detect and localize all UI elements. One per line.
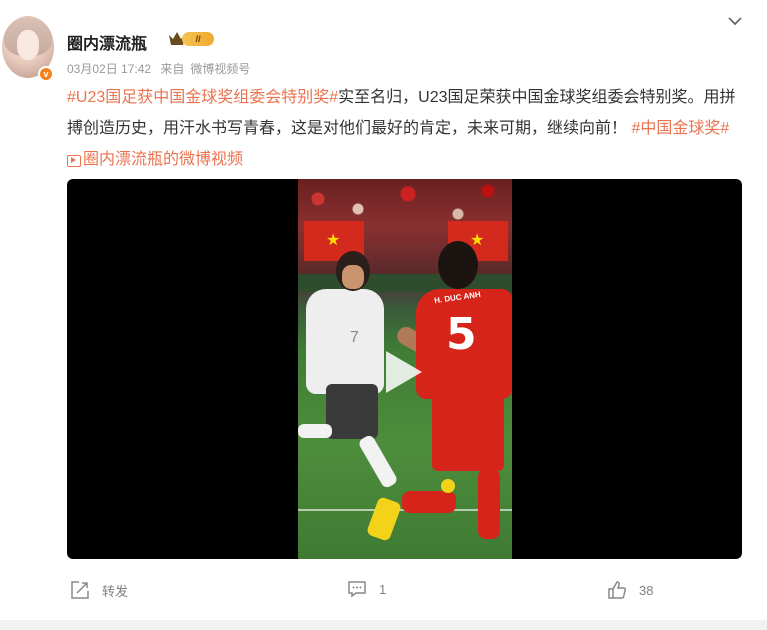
player-white-leg xyxy=(357,433,399,490)
player-white-face xyxy=(342,265,364,289)
post-text: #U23国足获中国金球奖组委会特别奖#实至名归，U23国足荣获中国金球奖组委会特… xyxy=(67,82,739,177)
verified-badge-icon: v xyxy=(38,66,54,82)
opponent-number: 7 xyxy=(350,329,359,346)
hashtag-link[interactable]: #中国金球奖# xyxy=(631,120,729,137)
post-meta: 03月02日 17:42 来自 微博视频号 xyxy=(67,60,256,77)
like-count: 38 xyxy=(639,582,654,598)
video-icon xyxy=(67,154,81,167)
comment-button[interactable]: 1 xyxy=(347,580,386,598)
action-bar: 转发 1 38 xyxy=(0,580,767,612)
like-button[interactable]: 38 xyxy=(607,580,653,600)
player-red-leg xyxy=(478,469,500,539)
video-player[interactable]: ★ ★ 7 H. DUC ANH 5 xyxy=(67,179,742,559)
player-red-shorts xyxy=(432,389,504,471)
chevron-down-icon[interactable] xyxy=(726,12,744,30)
comment-count: 1 xyxy=(379,581,387,597)
player-red-leg xyxy=(402,491,456,513)
video-link[interactable]: 圈内漂流瓶的微博视频 xyxy=(67,144,243,175)
play-icon[interactable] xyxy=(386,351,422,393)
hashtag-link[interactable]: #U23国足获中国金球奖组委会特别奖# xyxy=(67,89,338,106)
boot xyxy=(441,479,455,493)
repost-icon xyxy=(71,581,89,599)
source-prefix: 来自 xyxy=(160,62,185,76)
divider xyxy=(0,620,767,630)
post-date[interactable]: 03月02日 17:42 xyxy=(67,62,151,76)
avatar-face xyxy=(17,30,39,60)
level-label: II xyxy=(182,32,214,46)
jersey-number: 5 xyxy=(446,309,477,360)
repost-label: 转发 xyxy=(102,583,129,599)
member-level-badge[interactable]: II xyxy=(168,30,216,48)
author-name[interactable]: 圈内漂流瓶 xyxy=(67,30,147,54)
player-white-shorts xyxy=(326,384,378,439)
player-red-head xyxy=(438,241,478,289)
thumbs-up-icon xyxy=(608,581,627,599)
boot xyxy=(365,496,403,542)
player-white-leg xyxy=(298,424,332,438)
player-white-shirt xyxy=(306,289,384,394)
post-source[interactable]: 微博视频号 xyxy=(190,62,250,76)
comment-icon xyxy=(348,581,366,598)
repost-button[interactable]: 转发 xyxy=(70,580,128,600)
video-link-label: 圈内漂流瓶的微博视频 xyxy=(83,151,244,168)
